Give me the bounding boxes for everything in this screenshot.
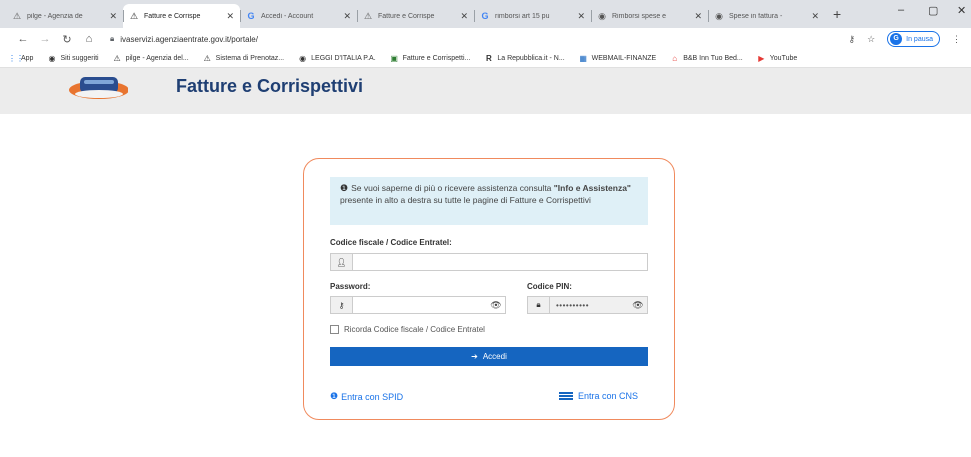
- profile-status: In pausa: [906, 35, 933, 43]
- site-title: Fatture e Corrispettivi: [176, 76, 364, 96]
- apps-grid-icon: ⋮⋮: [8, 54, 24, 63]
- browser-tab-active[interactable]: ⚠ Fatture e Corrispe ✕: [123, 4, 240, 28]
- info-text-cont: presente in alto a destra su tutte le pa…: [340, 195, 591, 205]
- close-tab-icon[interactable]: ✕: [226, 11, 234, 22]
- password-label: Password:: [330, 282, 371, 291]
- fatture-logo-icon: [69, 77, 128, 99]
- close-tab-icon[interactable]: ✕: [577, 11, 585, 22]
- close-tab-icon[interactable]: ✕: [343, 11, 351, 22]
- bookmark-item[interactable]: ◉ LEGGI D'ITALIA P.A.: [298, 54, 376, 63]
- browser-tab[interactable]: Grimborsi art 15 pu ✕: [474, 4, 591, 28]
- bookmark-apps[interactable]: ⋮⋮ App: [8, 54, 33, 63]
- bookmark-item[interactable]: ⚠ pilge - Agenzia del...: [113, 54, 189, 63]
- browser-tab[interactable]: ◉ Spese in fattura - ✕: [708, 4, 825, 28]
- cf-field[interactable]: 👤︎: [330, 253, 648, 271]
- webmail-icon: ▦: [579, 54, 587, 63]
- star-icon[interactable]: ☆: [867, 34, 875, 45]
- bnb-icon: ⌂: [672, 54, 678, 63]
- avatar: G: [890, 33, 903, 45]
- site-header: [0, 68, 971, 114]
- remember-label: Ricorda Codice fiscale / Codice Entratel: [344, 325, 485, 334]
- globe-icon: ◉: [48, 54, 56, 63]
- remember-checkbox[interactable]: Ricorda Codice fiscale / Codice Entratel: [330, 325, 485, 334]
- key-icon[interactable]: ⚷: [848, 34, 855, 45]
- bookmark-item[interactable]: ▣ Fatture e Corrispetti...: [390, 54, 470, 63]
- spid-login-link[interactable]: ❶ Entra con SPID: [330, 391, 403, 402]
- checkbox-box[interactable]: [330, 325, 339, 334]
- sign-in-icon: ➔: [471, 352, 478, 361]
- reload-icon[interactable]: ↻: [56, 33, 78, 46]
- minimize-button[interactable]: –: [898, 4, 904, 16]
- bookmarks-bar: ⋮⋮ App ◉ Siti suggeriti ⚠ pilge - Agenzia d…: [0, 50, 971, 68]
- bookmark-item[interactable]: ⚠ Sistema di Prenotaz...: [203, 54, 285, 63]
- home-icon[interactable]: ⌂: [78, 33, 100, 45]
- agenzia-icon: ⚠: [129, 11, 139, 21]
- pin-label: Codice PIN:: [527, 282, 572, 291]
- google-icon: G: [481, 11, 489, 21]
- info-box: ❶ Se vuoi saperne di più o ricevere assis…: [330, 177, 648, 225]
- spid-label: Entra con SPID: [341, 391, 404, 402]
- profile-button[interactable]: G In pausa: [887, 31, 940, 47]
- browser-tab[interactable]: ⚠ Fatture e Corrispe ✕: [357, 4, 474, 28]
- close-tab-icon[interactable]: ✕: [811, 11, 819, 22]
- close-tab-icon[interactable]: ✕: [694, 11, 702, 22]
- repubblica-icon: R: [485, 54, 492, 63]
- cf-label: Codice fiscale / Codice Entratel:: [330, 238, 452, 247]
- key-icon: ⚷: [331, 297, 353, 313]
- agenzia-icon: ⚠: [12, 11, 22, 21]
- forward-arrow-icon[interactable]: →: [34, 33, 56, 45]
- user-icon: 👤︎: [331, 254, 353, 270]
- pin-input[interactable]: ••••••••••: [550, 301, 629, 310]
- info-icon: ❶: [340, 183, 349, 193]
- google-icon: G: [247, 11, 255, 21]
- browser-toolbar: ← → ↻ ⌂ 🔒︎ ivaservizi.agenziaentrate.gov…: [0, 28, 971, 50]
- card-reader-icon: [559, 392, 573, 400]
- globe-icon: ◉: [598, 11, 606, 21]
- info-text: Se vuoi saperne di più o ricevere assist…: [351, 183, 554, 193]
- bookmark-item[interactable]: R La Repubblica.it - N...: [484, 54, 565, 63]
- back-arrow-icon[interactable]: ←: [12, 33, 34, 45]
- new-tab-button[interactable]: +: [833, 6, 841, 22]
- bookmark-item[interactable]: ▶ YouTube: [757, 54, 797, 63]
- menu-kebab-icon[interactable]: ⋮: [952, 34, 961, 45]
- browser-tab-strip: ⚠ pilge - Agenzia de ✕ ⚠ Fatture e Corrispe…: [0, 0, 971, 28]
- agenzia-icon: ⚠: [203, 54, 211, 63]
- agenzia-icon: ⚠: [113, 54, 121, 63]
- info-assistenza-link[interactable]: "Info e Assistenza": [554, 183, 631, 193]
- toolbar-actions: ⚷ ☆ G In pausa ⋮: [848, 31, 961, 47]
- pin-field[interactable]: 🔒︎ •••••••••• 👁︎: [527, 296, 648, 314]
- url-text: ivaservizi.agenziaentrate.gov.it/portale…: [120, 34, 258, 44]
- spid-icon: ❶: [330, 391, 339, 401]
- address-bar[interactable]: 🔒︎ ivaservizi.agenziaentrate.gov.it/port…: [110, 34, 258, 44]
- lock-icon: 🔒︎: [110, 34, 115, 43]
- show-pin-eye-icon[interactable]: 👁︎: [629, 300, 647, 311]
- browser-tab[interactable]: ◉ Rimborsi spese e ✕: [591, 4, 708, 28]
- lock-icon: 🔒︎: [528, 297, 550, 313]
- restore-button[interactable]: ▢: [928, 4, 938, 17]
- invoice-icon: ▣: [390, 54, 398, 63]
- cns-login-link[interactable]: Entra con CNS: [559, 391, 638, 401]
- browser-tab[interactable]: ⚠ pilge - Agenzia de ✕: [6, 4, 123, 28]
- close-tab-icon[interactable]: ✕: [109, 11, 117, 22]
- password-field[interactable]: ⚷ 👁︎: [330, 296, 506, 314]
- browser-tab[interactable]: G Accedi - Account ✕: [240, 4, 357, 28]
- bookmark-item[interactable]: ▦ WEBMAIL-FINANZE: [579, 54, 656, 63]
- accedi-button[interactable]: ➔ Accedi: [330, 347, 648, 366]
- bookmark-item[interactable]: ◉ Siti suggeriti: [47, 54, 98, 63]
- globe-icon: ◉: [299, 54, 307, 63]
- show-password-eye-icon[interactable]: 👁︎: [487, 300, 505, 311]
- accedi-label: Accedi: [482, 352, 507, 361]
- globe-icon: ◉: [715, 11, 723, 21]
- cns-label: Entra con CNS: [578, 391, 639, 401]
- close-window-button[interactable]: ✕: [957, 4, 966, 17]
- youtube-icon: ▶: [758, 54, 765, 63]
- agenzia-icon: ⚠: [363, 11, 373, 21]
- bookmark-item[interactable]: ⌂ B&B Inn Tuo Bed...: [670, 54, 742, 63]
- close-tab-icon[interactable]: ✕: [460, 11, 468, 22]
